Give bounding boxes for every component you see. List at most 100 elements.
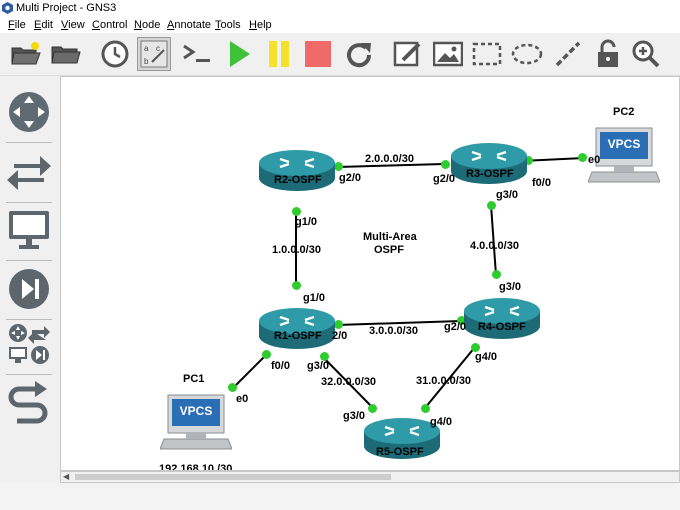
router-label-r2: R2-OSPF (274, 174, 322, 186)
canvas-horizontal-scrollbar[interactable]: ◀ (60, 471, 680, 483)
main-toolbar: a c b (0, 33, 680, 76)
vpcs-badge: VPCS (179, 404, 213, 418)
reload-icon (347, 43, 372, 68)
zoom-in-button[interactable] (629, 37, 663, 71)
reload-all-button[interactable] (342, 37, 376, 71)
browse-all-devices-button[interactable] (3, 318, 55, 370)
port-dot (292, 281, 301, 290)
link-r1-pc1[interactable] (232, 353, 268, 389)
suspend-all-button[interactable] (262, 37, 296, 71)
network-label: 2.0.0.0/30 (365, 153, 414, 165)
interface-label: f0/0 (532, 177, 551, 189)
network-label: 31.0.0.0/30 (416, 375, 472, 387)
port-dot (441, 160, 450, 169)
show-interface-labels-button[interactable]: a c b (137, 37, 171, 71)
vpcs-badge: VPCS (607, 137, 641, 151)
menu-file[interactable]: File (8, 17, 26, 33)
topology-canvas[interactable]: VPCS VPCS R2-OSPF R3-OSPF R1-OSPF R4-OSP… (60, 76, 680, 471)
open-project-button[interactable] (9, 37, 43, 71)
menu-tools[interactable]: Tools (215, 17, 241, 33)
lock-icon (598, 39, 618, 67)
add-note-button[interactable] (391, 37, 425, 71)
area-annotation-line1[interactable]: Multi-Area (363, 231, 417, 243)
network-label: 3.0.0.0/30 (369, 325, 418, 337)
port-dot (368, 404, 377, 413)
port-dot (421, 404, 430, 413)
menu-annotate[interactable]: Annotate (167, 17, 211, 33)
browse-switches-button[interactable] (3, 146, 55, 198)
menu-bar: File Edit View Control Node Annotate Too… (0, 17, 680, 33)
stop-icon (305, 41, 331, 67)
interface-label: g1/0 (295, 216, 318, 228)
open-project-icon (11, 42, 41, 65)
console-all-button[interactable] (180, 37, 214, 71)
stop-all-button[interactable] (301, 37, 335, 71)
port-dot (492, 270, 501, 279)
add-note-icon (393, 41, 421, 67)
pc1-address-label: 192.168.10./30 (159, 463, 233, 471)
browse-routers-button[interactable] (3, 86, 55, 138)
snapshot-clock-icon (101, 40, 129, 68)
open-folder-button[interactable] (49, 37, 83, 71)
browse-end-devices-button[interactable] (3, 204, 55, 256)
interface-label: g3/0 (307, 360, 330, 372)
router-label-r3: R3-OSPF (466, 168, 514, 180)
network-label: 4.0.0.0/30 (470, 240, 519, 252)
network-label: 32.0.0.0/30 (321, 376, 377, 388)
browse-security-devices-button[interactable] (3, 263, 55, 315)
snapshot-button[interactable] (98, 37, 132, 71)
router-r4[interactable] (463, 296, 541, 340)
lock-items-button[interactable] (591, 37, 625, 71)
draw-line-button[interactable] (551, 37, 585, 71)
zoom-in-icon (632, 40, 660, 68)
draw-rectangle-icon (472, 42, 502, 66)
gns3-app-icon (2, 2, 13, 14)
svg-text:a: a (144, 44, 149, 53)
suspend-icon (269, 41, 289, 67)
cable-link-icon (8, 381, 48, 424)
interface-label: e0 (236, 393, 249, 405)
insert-image-button[interactable] (431, 37, 465, 71)
router-label-r4: R4-OSPF (478, 321, 526, 333)
menu-help[interactable]: Help (249, 17, 272, 33)
menu-node[interactable]: Node (134, 17, 160, 33)
interface-label: g2/0 (444, 321, 467, 333)
computer-icon (159, 394, 233, 450)
interface-label: g3/0 (499, 281, 522, 293)
scroll-left-arrow-icon[interactable]: ◀ (63, 472, 69, 482)
zoom-out-button[interactable] (668, 37, 680, 71)
play-next-icon (9, 269, 49, 309)
start-icon (230, 41, 250, 67)
scrollbar-thumb[interactable] (75, 474, 391, 480)
add-link-button[interactable] (3, 376, 55, 428)
switch-arrows-icon (7, 156, 51, 190)
folder-icon (51, 46, 81, 64)
port-dot (487, 201, 496, 210)
area-annotation-line2[interactable]: OSPF (374, 244, 404, 256)
insert-image-icon (433, 41, 463, 67)
show-interface-labels-icon: a c b (140, 40, 168, 68)
network-label: 1.0.0.0/30 (272, 244, 321, 256)
router-r1[interactable] (258, 306, 336, 350)
host-pc1[interactable]: VPCS (159, 393, 233, 457)
menu-edit[interactable]: Edit (34, 17, 53, 33)
interface-label: g1/0 (303, 292, 326, 304)
draw-line-icon (555, 41, 581, 67)
menu-control[interactable]: Control (92, 17, 127, 33)
interface-label: 2/0 (332, 330, 348, 342)
console-icon (183, 44, 210, 62)
bottom-panel-strip (0, 483, 680, 510)
draw-rectangle-button[interactable] (470, 37, 504, 71)
device-type-panel (0, 76, 58, 482)
interface-label: g2/0 (339, 172, 362, 184)
router-label-r5: R5-OSPF (376, 446, 424, 458)
title-bar: Multi Project - GNS3 (0, 0, 680, 17)
port-dot (228, 383, 237, 392)
start-all-button[interactable] (222, 37, 256, 71)
svg-text:b: b (144, 57, 149, 66)
interface-label: g2/0 (433, 173, 456, 185)
draw-ellipse-button[interactable] (510, 37, 544, 71)
menu-view[interactable]: View (61, 17, 85, 33)
monitor-icon (9, 211, 49, 249)
port-dot (292, 207, 301, 216)
